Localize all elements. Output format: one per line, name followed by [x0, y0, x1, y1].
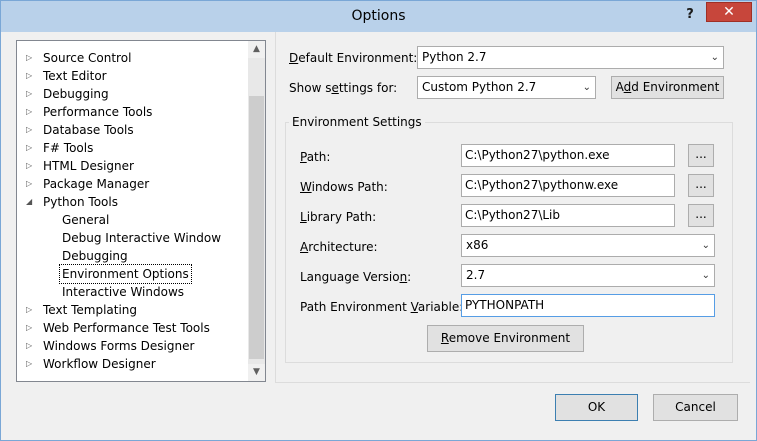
tree-item-label: Workflow Designer: [43, 357, 156, 371]
default-environment-label: Default Environment:: [289, 51, 418, 65]
scroll-up-arrow-icon[interactable]: ▲: [248, 41, 265, 58]
library-path-label: Library Path:: [300, 210, 377, 224]
collapsed-arrow-icon[interactable]: ▷: [26, 49, 32, 67]
tree-item-label: Python Tools: [43, 195, 118, 209]
path-env-variable-input[interactable]: PYTHONPATH: [461, 294, 715, 317]
help-button[interactable]: ?: [680, 6, 700, 24]
tree-item-label: Debugging: [62, 249, 128, 263]
architecture-combo[interactable]: x86 ⌄: [461, 234, 715, 257]
default-environment-value: Python 2.7: [422, 50, 487, 64]
windows-path-browse-button[interactable]: ...: [688, 174, 714, 197]
close-button[interactable]: ✕: [706, 2, 752, 22]
tree-item[interactable]: ▷ F# Tools: [17, 139, 247, 157]
show-settings-for-label: Show settings for:: [289, 81, 398, 95]
tree-item-label: Environment Options: [59, 264, 192, 284]
collapsed-arrow-icon[interactable]: ▷: [26, 139, 32, 157]
tree-item[interactable]: Interactive Windows: [17, 283, 247, 301]
path-env-variable-label: Path Environment Variable:: [300, 300, 464, 314]
tree-item-label: Debugging: [43, 87, 109, 101]
architecture-label: Architecture:: [300, 240, 378, 254]
panel-divider: [275, 32, 276, 382]
dialog-title: Options: [351, 8, 406, 24]
show-settings-for-value: Custom Python 2.7: [422, 80, 537, 94]
tree-item[interactable]: ▷ Workflow Designer: [17, 355, 247, 373]
collapsed-arrow-icon[interactable]: ▷: [26, 103, 32, 121]
collapsed-arrow-icon[interactable]: ▷: [26, 355, 32, 373]
tree-item[interactable]: ▷ Database Tools: [17, 121, 247, 139]
language-version-label: Language Version:: [300, 270, 412, 284]
language-version-value: 2.7: [466, 268, 486, 282]
tree-item[interactable]: ▷ Performance Tools: [17, 103, 247, 121]
path-input[interactable]: C:\Python27\python.exe: [461, 144, 675, 167]
tree-item[interactable]: ▷ Debugging: [17, 85, 247, 103]
scroll-down-arrow-icon[interactable]: ▼: [248, 364, 265, 381]
tree-item[interactable]: ◢ Python Tools: [17, 193, 247, 211]
add-environment-button[interactable]: Add Environment: [611, 76, 724, 99]
tree-item-label: Package Manager: [43, 177, 150, 191]
tree-item-label: General: [62, 213, 110, 227]
remove-environment-button[interactable]: Remove Environment: [427, 325, 584, 352]
tree-item[interactable]: ▷ Source Control: [17, 49, 247, 67]
tree-item[interactable]: ▷ Web Performance Test Tools: [17, 319, 247, 337]
collapsed-arrow-icon[interactable]: ▷: [26, 319, 32, 337]
tree-item-label: HTML Designer: [43, 159, 134, 173]
dialog-body: ▲ ▼ ▷ Source Control ▷ Text Editor ▷ Debuggin…: [9, 32, 750, 435]
scroll-thumb[interactable]: [249, 96, 264, 359]
ok-button[interactable]: OK: [555, 394, 638, 421]
chevron-down-icon: ⌄: [582, 82, 591, 93]
default-environment-combo[interactable]: Python 2.7 ⌄: [417, 46, 724, 69]
tree-item[interactable]: ▷ Package Manager: [17, 175, 247, 193]
windows-path-input[interactable]: C:\Python27\pythonw.exe: [461, 174, 675, 197]
library-path-input[interactable]: C:\Python27\Lib: [461, 204, 675, 227]
tree-scrollbar[interactable]: ▲ ▼: [248, 41, 265, 381]
tree-item-label: Interactive Windows: [62, 285, 185, 299]
chevron-down-icon: ⌄: [701, 240, 710, 251]
language-version-combo[interactable]: 2.7 ⌄: [461, 264, 715, 287]
architecture-value: x86: [466, 238, 489, 252]
tree-item-label: Web Performance Test Tools: [43, 321, 210, 335]
collapsed-arrow-icon[interactable]: ▷: [26, 175, 32, 193]
show-settings-for-combo[interactable]: Custom Python 2.7 ⌄: [417, 76, 596, 99]
tree-item-label: Text Templating: [43, 303, 138, 317]
chevron-down-icon: ⌄: [710, 52, 719, 63]
tree-item[interactable]: ▷ HTML Designer: [17, 157, 247, 175]
expanded-arrow-icon[interactable]: ◢: [26, 193, 32, 211]
tree-item-label: Debug Interactive Window: [62, 231, 222, 245]
tree-item[interactable]: ▷ Text Templating: [17, 301, 247, 319]
options-tree[interactable]: ▲ ▼ ▷ Source Control ▷ Text Editor ▷ Debuggin…: [16, 40, 266, 382]
tree-item[interactable]: ▷ Text Editor: [17, 67, 247, 85]
tree-item-label: Text Editor: [43, 69, 107, 83]
tree-item[interactable]: Environment Options: [17, 264, 247, 284]
tree-item[interactable]: Debug Interactive Window: [17, 229, 247, 247]
collapsed-arrow-icon[interactable]: ▷: [26, 157, 32, 175]
footer-separator: [275, 382, 750, 383]
tree-item[interactable]: ▷ Windows Forms Designer: [17, 337, 247, 355]
tree-item[interactable]: General: [17, 211, 247, 229]
path-browse-button[interactable]: ...: [688, 144, 714, 167]
tree-item-label: F# Tools: [43, 141, 94, 155]
library-path-browse-button[interactable]: ...: [688, 204, 714, 227]
cancel-button[interactable]: Cancel: [653, 394, 738, 421]
tree-item-label: Database Tools: [43, 123, 134, 137]
title-bar[interactable]: Options ? ✕: [1, 1, 756, 32]
tree-item-label: Source Control: [43, 51, 132, 65]
windows-path-label: Windows Path:: [300, 180, 388, 194]
collapsed-arrow-icon[interactable]: ▷: [26, 337, 32, 355]
collapsed-arrow-icon[interactable]: ▷: [26, 121, 32, 139]
environment-settings-title: Environment Settings: [289, 115, 425, 129]
path-label: Path:: [300, 150, 331, 164]
collapsed-arrow-icon[interactable]: ▷: [26, 85, 32, 103]
collapsed-arrow-icon[interactable]: ▷: [26, 301, 32, 319]
options-dialog: Options ? ✕ ▲ ▼ ▷ Source Control ▷ Text Edi…: [0, 0, 757, 441]
chevron-down-icon: ⌄: [701, 270, 710, 281]
collapsed-arrow-icon[interactable]: ▷: [26, 67, 32, 85]
tree-item[interactable]: Debugging: [17, 247, 247, 265]
tree-item-label: Windows Forms Designer: [43, 339, 195, 353]
tree-item-label: Performance Tools: [43, 105, 153, 119]
